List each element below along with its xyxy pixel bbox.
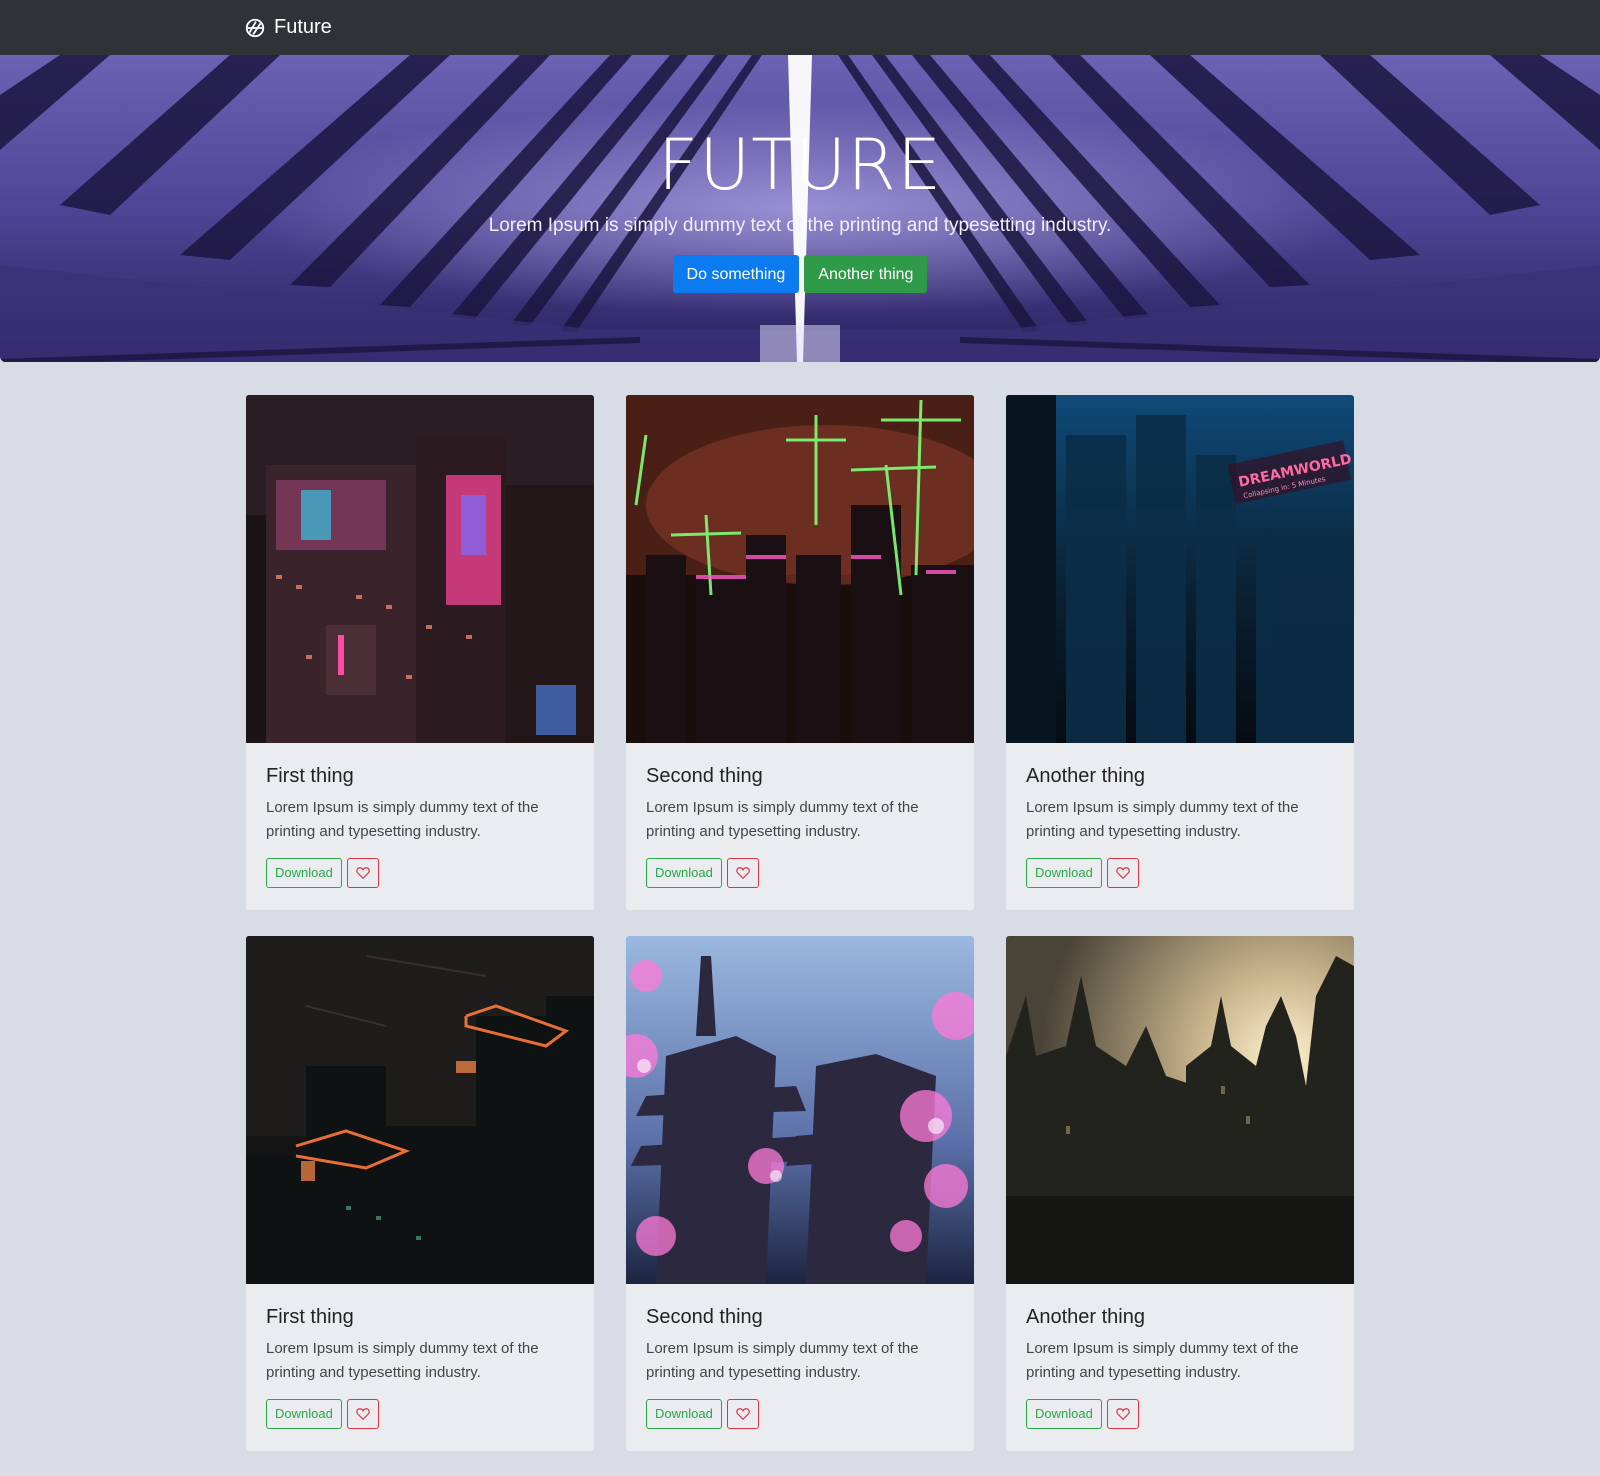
download-button[interactable]: Download xyxy=(266,1399,342,1429)
card-image[interactable] xyxy=(246,395,594,743)
download-button[interactable]: Download xyxy=(646,858,722,888)
card-actions: Download xyxy=(266,858,574,888)
like-button[interactable] xyxy=(346,858,379,888)
like-button[interactable] xyxy=(346,1399,379,1429)
hero-content: FUTURE Lorem Ipsum is simply dummy text … xyxy=(0,55,1600,362)
card-actions: Download xyxy=(266,1399,574,1429)
card-body: First thing Lorem Ipsum is simply dummy … xyxy=(246,765,594,888)
navbar: Future xyxy=(0,0,1600,55)
card-body: First thing Lorem Ipsum is simply dummy … xyxy=(246,1306,594,1429)
card-title: Second thing xyxy=(646,765,763,787)
brand-link[interactable]: Future xyxy=(244,16,332,39)
card-image[interactable] xyxy=(626,936,974,1284)
another-thing-button[interactable]: Another thing xyxy=(804,255,928,293)
like-button[interactable] xyxy=(1106,1399,1139,1429)
camera-aperture-icon xyxy=(245,18,265,37)
card-actions: Download xyxy=(1026,1399,1334,1429)
card-text: Lorem Ipsum is simply dummy text of the … xyxy=(1026,1340,1299,1381)
download-button[interactable]: Download xyxy=(646,1399,722,1429)
card-text: Lorem Ipsum is simply dummy text of the … xyxy=(646,799,919,840)
card-grid: First thing Lorem Ipsum is simply dummy … xyxy=(246,395,1354,1451)
card-actions: Download xyxy=(1026,858,1334,888)
card: Another thing Lorem Ipsum is simply dumm… xyxy=(1006,936,1354,1451)
do-something-button[interactable]: Do something xyxy=(672,255,800,293)
download-button[interactable]: Download xyxy=(1026,858,1102,888)
card-text: Lorem Ipsum is simply dummy text of the … xyxy=(1026,799,1299,840)
card-title: Another thing xyxy=(1026,1306,1145,1328)
card-actions: Download xyxy=(646,858,954,888)
card: Second thing Lorem Ipsum is simply dummy… xyxy=(626,936,974,1451)
heart-icon xyxy=(736,1408,750,1421)
card-title: Second thing xyxy=(646,1306,763,1328)
card-body: Second thing Lorem Ipsum is simply dummy… xyxy=(626,765,974,888)
card: DREAMWORLD Collapsing in: 5 Minutes Anot… xyxy=(1006,395,1354,910)
heart-icon xyxy=(356,867,370,880)
card-title: First thing xyxy=(266,765,354,787)
like-button[interactable] xyxy=(1106,858,1139,888)
hero-title: FUTURE xyxy=(657,124,943,206)
card-image[interactable] xyxy=(626,395,974,743)
download-button[interactable]: Download xyxy=(266,858,342,888)
card-title: Another thing xyxy=(1026,765,1145,787)
card: First thing Lorem Ipsum is simply dummy … xyxy=(246,936,594,1451)
card-image[interactable]: DREAMWORLD Collapsing in: 5 Minutes xyxy=(1006,395,1354,743)
heart-icon xyxy=(1116,1408,1130,1421)
heart-icon xyxy=(736,867,750,880)
card-actions: Download xyxy=(646,1399,954,1429)
card-title: First thing xyxy=(266,1306,354,1328)
download-button[interactable]: Download xyxy=(1026,1399,1102,1429)
brand-name: Future xyxy=(274,16,332,38)
card-text: Lorem Ipsum is simply dummy text of the … xyxy=(646,1340,919,1381)
hero-buttons: Do something Another thing xyxy=(672,255,928,293)
card-body: Second thing Lorem Ipsum is simply dummy… xyxy=(626,1306,974,1429)
card-text: Lorem Ipsum is simply dummy text of the … xyxy=(266,1340,539,1381)
card: First thing Lorem Ipsum is simply dummy … xyxy=(246,395,594,910)
like-button[interactable] xyxy=(726,858,759,888)
card: Second thing Lorem Ipsum is simply dummy… xyxy=(626,395,974,910)
like-button[interactable] xyxy=(726,1399,759,1429)
heart-icon xyxy=(1116,867,1130,880)
card-image[interactable] xyxy=(246,936,594,1284)
card-text: Lorem Ipsum is simply dummy text of the … xyxy=(266,799,539,840)
card-image[interactable] xyxy=(1006,936,1354,1284)
card-body: Another thing Lorem Ipsum is simply dumm… xyxy=(1006,1306,1354,1429)
hero-subtitle: Lorem Ipsum is simply dummy text of the … xyxy=(488,215,1112,236)
card-body: Another thing Lorem Ipsum is simply dumm… xyxy=(1006,765,1354,888)
heart-icon xyxy=(356,1408,370,1421)
hero-jumbotron: FUTURE Lorem Ipsum is simply dummy text … xyxy=(0,55,1600,362)
